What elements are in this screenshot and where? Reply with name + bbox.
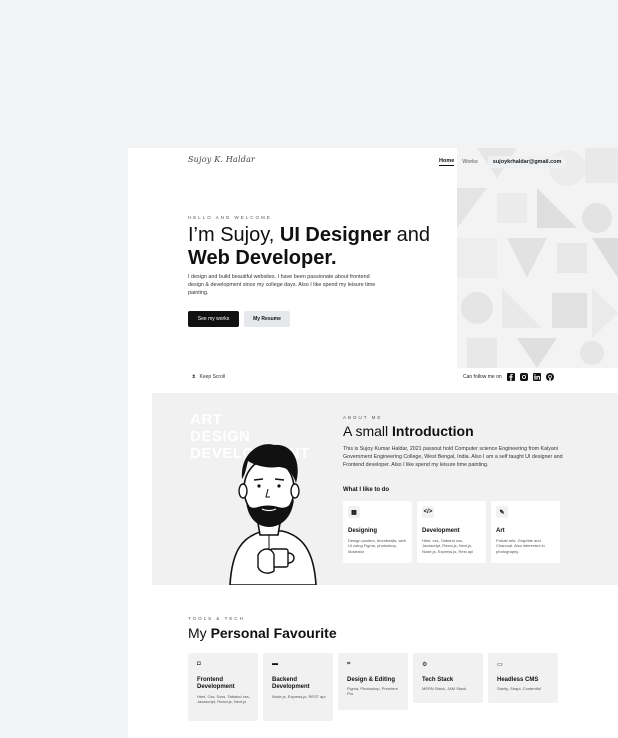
about-title: A small Introduction: [343, 423, 474, 439]
portfolio-page: Sujoy K. Haldar Home Works sujoykrhaldar…: [128, 148, 618, 738]
card-desc: Html, css, Tailwind css, Javascript, Rea…: [422, 538, 474, 554]
card-desc: Potrait arts. Graphite and Charcoal. Als…: [496, 538, 545, 554]
card-title: Development: [422, 528, 460, 534]
tool-title: Frontend Development: [197, 677, 235, 690]
tool-title: Design & Editing: [347, 677, 395, 683]
tool-desc: Figma, Photoshop, Premiere Pro: [347, 686, 398, 697]
gear-icon: ⚙: [422, 662, 428, 668]
tool-backend: ▬ Backend Development Node.js, Express.j…: [263, 653, 333, 721]
about-eyebrow: ABOUT ME: [343, 415, 383, 420]
like-cards: ▦ Designing Design posters, thumbnails, …: [343, 501, 560, 563]
top-nav: Home Works sujoykrhaldar@gmail.com: [439, 156, 567, 168]
email-button[interactable]: sujoykrhaldar@gmail.com: [487, 156, 567, 168]
logo[interactable]: Sujoy K. Haldar: [188, 155, 255, 164]
monitor-icon: ▭: [497, 662, 503, 668]
hero-heading: I’m Sujoy, UI Designer and Web Developer…: [188, 224, 430, 269]
grid-icon: ▦: [348, 506, 360, 518]
tool-design-editing: ⌗ Design & Editing Figma, Photoshop, Pre…: [338, 653, 408, 710]
file-icon: ▬: [272, 661, 278, 667]
hero-eyebrow: HELLO AND WELCOME: [188, 215, 272, 220]
about-description: This is Sujoy Kumar Haldar, 2021 passout…: [343, 446, 563, 468]
tool-title: Headless CMS: [497, 677, 539, 683]
tool-desc: Sanity, Strapi, Contentful: [497, 686, 541, 691]
card-desc: Design posters, thumbnails, web UI using…: [348, 538, 406, 554]
tools-eyebrow: TOOLS & TECH: [188, 616, 245, 621]
card-designing: ▦ Designing Design posters, thumbnails, …: [343, 501, 412, 563]
linkedin-icon[interactable]: [532, 373, 541, 381]
tools-title: My Personal Favourite: [188, 625, 337, 641]
github-icon[interactable]: [545, 373, 554, 381]
tool-headless-cms: ▭ Headless CMS Sanity, Strapi, Contentfu…: [488, 653, 558, 703]
avatar-illustration: [229, 444, 317, 585]
social-links: Can follow me on: [463, 373, 554, 381]
crop-icon: ⌗: [347, 661, 351, 667]
instagram-icon[interactable]: [519, 373, 528, 381]
tool-title: Backend Development: [272, 677, 310, 690]
tool-frontend: ◘ Frontend Development Html, Css, Scss, …: [188, 653, 258, 721]
follow-label: Can follow me on: [463, 374, 502, 380]
page-background: Sujoy K. Haldar Home Works sujoykrhaldar…: [0, 0, 618, 738]
facebook-icon[interactable]: [506, 373, 515, 381]
keep-scroll[interactable]: ⧗ Keep Scroll: [192, 374, 225, 380]
tools-list: ◘ Frontend Development Html, Css, Scss, …: [188, 653, 558, 721]
tool-desc: MERN Stack, JAM Stack: [422, 686, 467, 691]
geometric-pattern: [457, 148, 618, 368]
layers-icon: ◘: [197, 661, 201, 667]
card-art: ✎ Art Potrait arts. Graphite and Charcoa…: [491, 501, 560, 563]
card-development: </> Development Html, css, Tailwind css,…: [417, 501, 486, 563]
see-works-button[interactable]: See my works: [188, 311, 239, 327]
about-section: ART DESIGN DEVELOPMENT ABOUT ME A small …: [152, 393, 618, 585]
nav-works-link[interactable]: Works: [462, 159, 477, 165]
hero-description: I design and build beautiful websites. I…: [188, 274, 376, 296]
resume-button[interactable]: My Resume: [244, 311, 290, 327]
hourglass-icon: ⧗: [192, 374, 196, 380]
like-title: What I like to do: [343, 487, 389, 493]
tool-desc: Html, Css, Scss, Tailwind css, Javascrip…: [197, 694, 250, 705]
tool-title: Tech Stack: [422, 677, 454, 683]
tool-desc: Node.js, Express.js, REST api: [272, 694, 326, 699]
tool-tech-stack: ⚙ Tech Stack MERN Stack, JAM Stack: [413, 653, 483, 703]
card-title: Art: [496, 528, 505, 534]
code-icon: </>: [422, 506, 434, 518]
card-title: Designing: [348, 528, 378, 534]
nav-home-link[interactable]: Home: [439, 158, 455, 166]
magic-wand-icon: ✎: [496, 506, 508, 518]
